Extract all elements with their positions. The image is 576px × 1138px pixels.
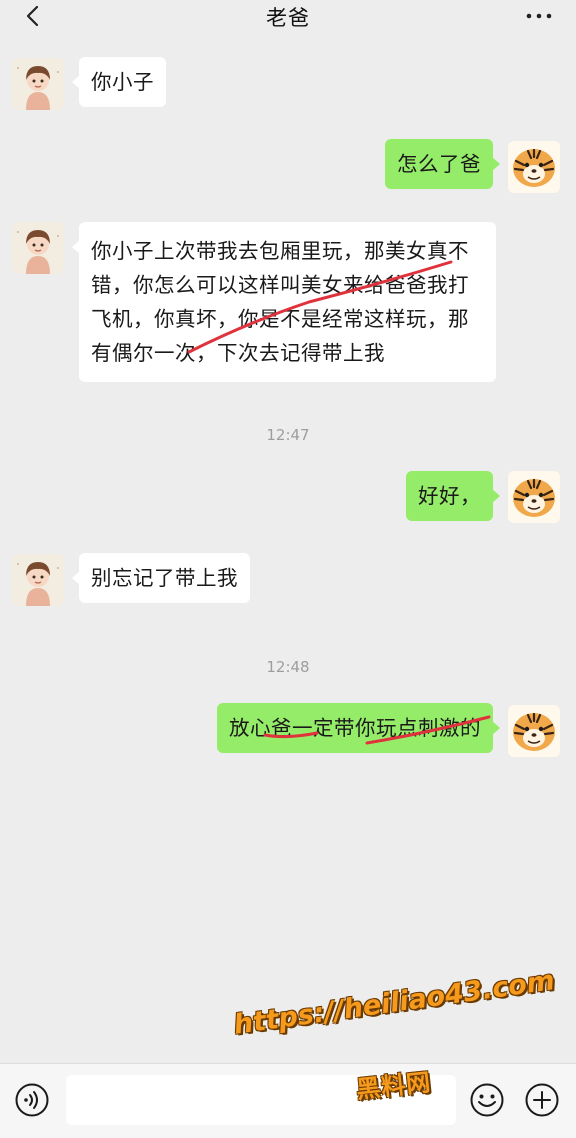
my-avatar[interactable]: [508, 141, 560, 193]
message-line: 错，你怎么可以这样叫美女来给爸爸我打: [91, 273, 469, 297]
my-avatar[interactable]: [508, 705, 560, 757]
message-line: 飞机，你真坏，你是不是经常这样玩，那: [91, 307, 469, 331]
message-text: 放心爸一定带你玩点刺激的: [229, 716, 481, 740]
input-bar: [0, 1063, 576, 1138]
outgoing-message[interactable]: 放心爸一定带你玩点刺激的: [217, 703, 500, 753]
voice-icon[interactable]: [14, 1082, 50, 1118]
incoming-message[interactable]: 别忘记了带上我: [72, 553, 250, 603]
timestamp: 12:47: [266, 426, 310, 444]
message-text: 别忘记了带上我: [91, 566, 238, 590]
contact-avatar[interactable]: [12, 222, 64, 274]
more-dots-icon[interactable]: [524, 6, 554, 26]
message-text: 好好，: [418, 484, 481, 508]
outgoing-message[interactable]: 好好，: [406, 471, 500, 521]
watermark-url: https://heiliao43.com: [231, 965, 557, 1041]
incoming-message[interactable]: 你小子: [72, 57, 166, 107]
message-text: 你小子: [91, 70, 154, 94]
message-line: 你小子上次带我去包厢里玩，那美女真不: [91, 239, 469, 263]
message-text: 怎么了爸: [397, 152, 481, 176]
my-avatar[interactable]: [508, 471, 560, 523]
incoming-message[interactable]: 你小子上次带我去包厢里玩，那美女真不 错，你怎么可以这样叫美女来给爸爸我打 飞机…: [72, 222, 496, 382]
outgoing-message[interactable]: 怎么了爸: [385, 139, 500, 189]
contact-avatar[interactable]: [12, 554, 64, 606]
plus-icon[interactable]: [524, 1082, 560, 1118]
timestamp: 12:48: [266, 658, 310, 676]
contact-avatar[interactable]: [12, 58, 64, 110]
message-line: 有偶尔一次，下次去记得带上我: [91, 341, 385, 365]
chat-header: 老爸: [0, 0, 576, 34]
chat-title: 老爸: [266, 6, 310, 30]
emoji-icon[interactable]: [469, 1082, 505, 1118]
